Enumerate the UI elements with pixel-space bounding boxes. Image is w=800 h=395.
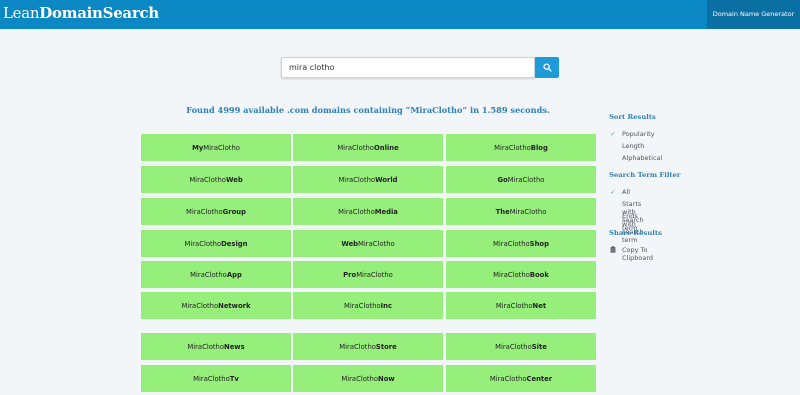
sort-results-heading: Sort Results [609, 113, 656, 121]
domain-prefix: Pro [343, 270, 357, 279]
search-input[interactable] [281, 57, 535, 78]
domain-tile[interactable]: Go MiraClotho [446, 166, 596, 193]
domain-name-generator-link[interactable]: Domain Name Generator [707, 0, 800, 29]
results-summary: Found 4999 available .com domains contai… [186, 105, 550, 115]
domain-tile[interactable]: MiraClotho Design [141, 230, 291, 257]
filter-option-label: Ends with search term [622, 212, 644, 244]
domain-base: MiraClotho [187, 342, 224, 351]
domain-tile[interactable]: MiraClotho Now [293, 365, 443, 392]
logo-regular: Lean [3, 4, 40, 22]
domain-base: MiraClotho [494, 143, 531, 152]
domain-base: MiraClotho [184, 239, 222, 248]
domain-tile[interactable]: My MiraClotho [141, 134, 291, 161]
domain-base: MiraClotho [493, 270, 530, 279]
domain-prefix: Go [497, 175, 508, 184]
domain-tile[interactable]: MiraClotho Group [141, 198, 291, 225]
domain-base: MiraClotho [495, 301, 533, 310]
sort-option-label: Length [622, 142, 645, 150]
domain-tile[interactable]: MiraClotho Online [293, 134, 443, 161]
logo-bold: DomainSearch [39, 4, 159, 22]
sort-option-label: Alphabetical [622, 154, 663, 162]
domain-suffix: Network [218, 301, 251, 310]
domain-base: MiraClotho [356, 270, 393, 279]
domain-suffix: Design [221, 239, 248, 248]
domain-prefix: The [495, 207, 510, 216]
domain-prefix: My [192, 143, 204, 152]
domain-tile[interactable]: MiraClotho Network [141, 292, 291, 319]
domain-base: MiraClotho [509, 207, 547, 216]
domain-base: MiraClotho [358, 239, 395, 248]
domain-base: MiraClotho [338, 207, 375, 216]
domain-base: MiraClotho [339, 342, 376, 351]
domain-tile[interactable]: The MiraClotho [446, 198, 596, 225]
domain-suffix: Now [378, 374, 395, 383]
check-icon: ✓ [610, 130, 616, 138]
domain-tile[interactable]: MiraClotho Net [446, 292, 596, 319]
domain-suffix: Site [531, 342, 547, 351]
domain-base: MiraClotho [181, 301, 219, 310]
domain-tile[interactable]: Web MiraClotho [293, 230, 443, 257]
domain-base: MiraClotho [343, 301, 381, 310]
domain-suffix: Media [374, 207, 398, 216]
domain-base: MiraClotho [193, 374, 230, 383]
domain-base: MiraClotho [341, 374, 378, 383]
domain-prefix: Web [341, 239, 359, 248]
search-button[interactable] [535, 57, 559, 78]
domain-tile[interactable]: MiraClotho Center [446, 365, 596, 392]
domain-base: MiraClotho [493, 239, 530, 248]
domain-tile[interactable]: MiraClotho Inc [293, 292, 443, 319]
domain-suffix: Net [532, 301, 547, 310]
filter-option-label: All [622, 188, 631, 196]
domain-suffix: Group [222, 207, 246, 216]
domain-suffix: Shop [529, 239, 549, 248]
domain-base: MiraClotho [489, 374, 527, 383]
domain-suffix: Store [375, 342, 397, 351]
domain-tile[interactable]: MiraClotho Store [293, 333, 443, 360]
domain-tile[interactable]: MiraClotho Blog [446, 134, 596, 161]
domain-suffix: World [375, 175, 398, 184]
domain-suffix: Center [526, 374, 553, 383]
search-bar [281, 57, 559, 78]
domain-tile[interactable]: MiraClotho Media [293, 198, 443, 225]
copy-to-clipboard-label: Copy To Clipboard [622, 246, 654, 262]
domain-suffix: News [224, 342, 245, 351]
domain-tile[interactable]: MiraClotho Web [141, 166, 291, 193]
domain-suffix: App [226, 270, 242, 279]
domain-tile[interactable]: Pro MiraClotho [293, 261, 443, 288]
domain-suffix: Tv [229, 374, 239, 383]
clipboard-icon [610, 246, 616, 255]
domain-suffix: Inc [380, 301, 393, 310]
domain-suffix: Web [225, 175, 243, 184]
domain-base: MiraClotho [338, 175, 376, 184]
search-term-filter-heading: Search Term Filter [609, 171, 681, 179]
search-icon [542, 63, 552, 72]
domain-tile[interactable]: MiraClotho Book [446, 261, 596, 288]
domain-suffix: Book [529, 270, 549, 279]
site-logo[interactable]: LeanDomainSearch [3, 4, 159, 22]
check-icon: ✓ [610, 188, 616, 196]
domain-base: MiraClotho [186, 207, 223, 216]
domain-base: MiraClotho [337, 143, 374, 152]
domain-tile[interactable]: MiraClotho News [141, 333, 291, 360]
domain-base: MiraClotho [203, 143, 240, 152]
domain-tile[interactable]: MiraClotho World [293, 166, 443, 193]
domain-base: MiraClotho [190, 270, 227, 279]
top-bar: LeanDomainSearch Domain Name Generator [0, 0, 800, 29]
domain-tile[interactable]: MiraClotho Tv [141, 365, 291, 392]
domain-suffix: Online [373, 143, 399, 152]
domain-base: MiraClotho [507, 175, 545, 184]
domain-tile[interactable]: MiraClotho Shop [446, 230, 596, 257]
domain-suffix: Blog [530, 143, 548, 152]
domain-tile[interactable]: MiraClotho Site [446, 333, 596, 360]
domain-base: MiraClotho [495, 342, 532, 351]
domain-base: MiraClotho [189, 175, 226, 184]
domain-tile[interactable]: MiraClotho App [141, 261, 291, 288]
sort-option-label: Popularity [622, 130, 655, 138]
share-results-heading: Share Results [609, 229, 662, 237]
